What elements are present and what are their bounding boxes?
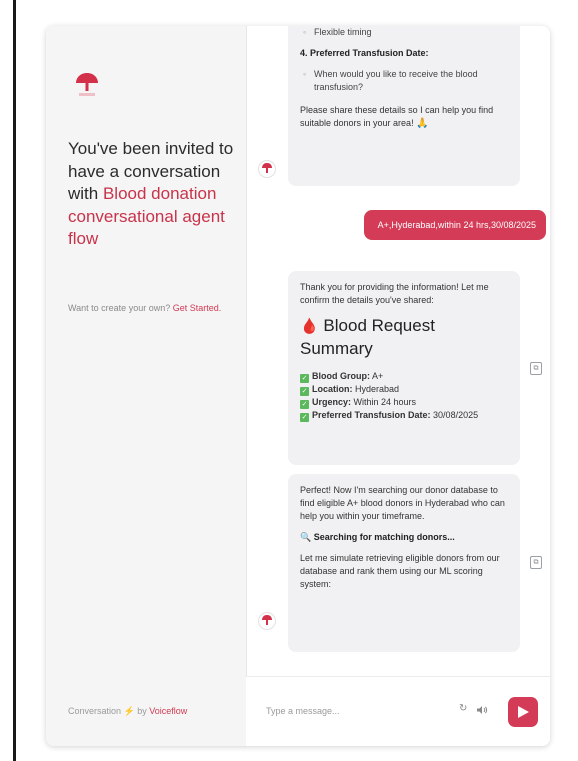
bot-message: Flexible timing 4. Preferred Transfusion…	[288, 26, 520, 186]
speaker-icon[interactable]	[476, 705, 488, 715]
magnifier-icon: 🔍	[300, 532, 312, 542]
lightning-icon: ⚡	[123, 706, 135, 716]
send-icon	[518, 706, 529, 718]
chat-panel: Flexible timing 4. Preferred Transfusion…	[246, 26, 550, 746]
footer-by: by	[134, 706, 150, 716]
invite-panel: You've been invited to have a conversati…	[46, 26, 247, 746]
searching-intro: Perfect! Now I'm searching our donor dat…	[300, 485, 505, 521]
copy-icon[interactable]: ⧉	[530, 556, 542, 569]
field-value: A+	[370, 371, 384, 381]
summary-row: ✓ Location: Hyderabad	[300, 383, 510, 396]
check-icon: ✓	[300, 374, 309, 383]
searching-text: Searching for matching donors...	[313, 532, 455, 542]
bot-message: Perfect! Now I'm searching our donor dat…	[288, 474, 520, 652]
bot-message: Thank you for providing the information!…	[288, 271, 520, 465]
summary-row: ✓ Urgency: Within 24 hours	[300, 396, 510, 409]
send-button[interactable]	[508, 697, 538, 727]
logo-icon	[76, 73, 98, 96]
copy-icon[interactable]: ⧉	[530, 362, 542, 375]
check-icon: ✓	[300, 387, 309, 396]
check-icon: ✓	[300, 400, 309, 409]
closing-line: Please share these details so I can help…	[300, 105, 494, 128]
want-text: Want to create your own?	[68, 303, 173, 313]
bot-avatar-icon	[258, 612, 276, 630]
create-own-text: Want to create your own? Get Started.	[68, 302, 228, 315]
closing-text: Please share these details so I can help…	[300, 104, 510, 130]
field-label: Urgency:	[312, 397, 352, 407]
window-edge	[13, 0, 16, 761]
question-heading: 4. Preferred Transfusion Date:	[300, 48, 429, 58]
chat-card: You've been invited to have a conversati…	[46, 26, 550, 746]
refresh-icon[interactable]: ↻	[459, 703, 467, 714]
invite-heading: You've been invited to have a conversati…	[68, 138, 236, 251]
field-label: Preferred Transfusion Date:	[312, 410, 431, 420]
summary-title: 🩸 Blood Request Summary	[300, 315, 510, 360]
list-item: When would you like to receive the blood…	[300, 68, 510, 94]
field-value: Within 24 hours	[351, 397, 417, 407]
voiceflow-link[interactable]: Voiceflow	[149, 706, 187, 716]
simulate-text: Let me simulate retrieving eligible dono…	[300, 553, 500, 589]
bot-avatar-icon	[258, 160, 276, 178]
summary-title-text: Blood Request Summary	[300, 316, 435, 358]
message-input[interactable]	[264, 701, 428, 721]
get-started-link[interactable]: Get Started.	[173, 303, 222, 313]
message-composer: ↻	[246, 676, 550, 746]
field-value: 30/08/2025	[430, 410, 479, 420]
user-message: A+,Hyderabad,within 24 hrs,30/08/2025	[364, 210, 546, 240]
summary-row: ✓ Blood Group: A+	[300, 370, 510, 383]
searching-line: 🔍 Searching for matching donors...	[300, 531, 510, 544]
message-list[interactable]: Flexible timing 4. Preferred Transfusion…	[246, 26, 550, 676]
pray-icon: 🙏	[416, 118, 429, 129]
footer: Conversation ⚡ by Voiceflow	[68, 706, 187, 717]
footer-prefix: Conversation	[68, 706, 122, 716]
field-value: Hyderabad	[352, 384, 400, 394]
confirm-text: Thank you for providing the information!…	[300, 282, 489, 305]
blood-drop-icon: 🩸	[300, 318, 319, 335]
summary-row: ✓ Preferred Transfusion Date: 30/08/2025	[300, 409, 510, 422]
field-label: Location:	[312, 384, 353, 394]
field-label: Blood Group:	[312, 371, 370, 381]
check-icon: ✓	[300, 413, 309, 422]
list-item: Flexible timing	[300, 26, 510, 39]
